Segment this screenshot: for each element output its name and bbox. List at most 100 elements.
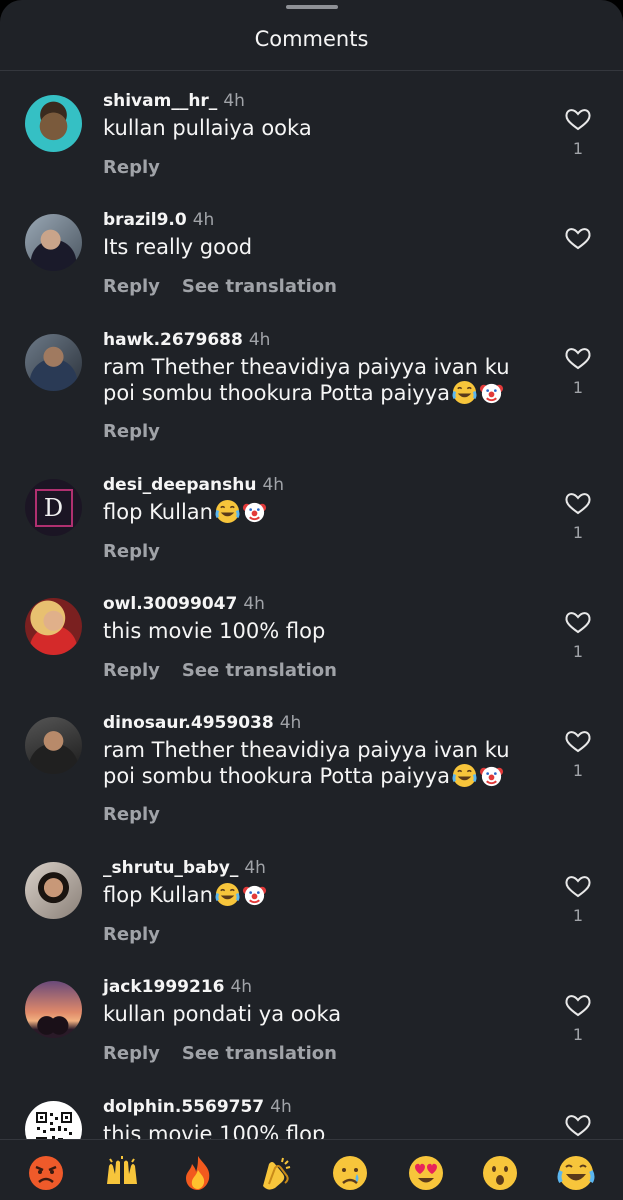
comment-username[interactable]: brazil9.0 <box>103 210 187 230</box>
comment-text: flop Kullan <box>103 499 543 525</box>
heart-outline-icon <box>565 109 591 131</box>
like-button[interactable] <box>562 226 594 250</box>
like-button[interactable] <box>562 491 594 515</box>
comment-text: flop Kullan <box>103 882 543 908</box>
comment-username[interactable]: dinosaur.4959038 <box>103 713 274 733</box>
avatar[interactable] <box>25 598 82 655</box>
comment-time: 4h <box>243 594 265 614</box>
reply-button[interactable]: Reply <box>103 804 160 825</box>
comment-username[interactable]: owl.30099047 <box>103 594 237 614</box>
comment-item: owl.30099047 4h this movie 100% flop Repl… <box>0 594 623 694</box>
reply-button[interactable]: Reply <box>103 157 160 178</box>
avatar[interactable]: D <box>25 479 82 536</box>
comment-item: dinosaur.4959038 4h ram Thether theavidiy… <box>0 713 623 838</box>
surprised-face-emoji-icon <box>483 1156 517 1190</box>
comment-text: this movie 100% flop <box>103 619 326 643</box>
reply-button[interactable]: Reply <box>103 276 160 297</box>
heart-outline-icon <box>565 1115 591 1137</box>
avatar[interactable] <box>25 214 82 271</box>
raised-hands-emoji-button[interactable] <box>103 1154 141 1192</box>
comment-username[interactable]: hawk.2679688 <box>103 330 243 350</box>
joy-emoji-icon <box>215 882 240 907</box>
like-button[interactable] <box>562 610 594 634</box>
comment-item: _shrutu_baby_ 4h flop Kullan Reply 1 <box>0 858 623 958</box>
avatar[interactable] <box>25 1101 82 1139</box>
fire-emoji-button[interactable] <box>179 1154 217 1192</box>
comments-sheet: Comments shivam__hr_ 4h kullan pullaiya o… <box>0 0 623 1200</box>
see-translation-button[interactable]: See translation <box>182 660 337 681</box>
comment-item: hawk.2679688 4h ram Thether theavidiya pa… <box>0 330 623 455</box>
clown-emoji-icon <box>242 885 267 906</box>
comment-item: shivam__hr_ 4h kullan pullaiya ooka Reply… <box>0 91 623 191</box>
like-button[interactable] <box>562 729 594 753</box>
reply-button[interactable]: Reply <box>103 541 160 562</box>
comment-item: D desi_deepanshu 4h flop Kullan Reply 1 <box>0 475 623 575</box>
heart-outline-icon <box>565 348 591 370</box>
emoji-reaction-bar <box>0 1139 623 1200</box>
comment-time: 4h <box>262 475 285 495</box>
comment-time: 4h <box>248 330 271 350</box>
heart-outline-icon <box>565 731 591 753</box>
like-count: 1 <box>572 523 584 542</box>
avatar[interactable] <box>25 717 82 774</box>
comment-text-body: ram Thether theavidiya paiyya ivan ku po… <box>103 738 510 788</box>
joy-emoji-icon <box>215 499 240 524</box>
letter-d-logo-text: D <box>43 493 64 522</box>
like-button[interactable] <box>562 993 594 1017</box>
comment-time: 4h <box>223 91 245 111</box>
sheet-title: Comments <box>254 27 369 51</box>
comment-username[interactable]: jack1999216 <box>103 977 224 997</box>
like-button[interactable] <box>562 874 594 898</box>
like-button[interactable] <box>562 346 594 370</box>
avatar[interactable] <box>25 95 82 152</box>
comment-username[interactable]: dolphin.5569757 <box>103 1097 264 1117</box>
heart-outline-icon <box>565 995 591 1017</box>
crying-face-emoji-button[interactable] <box>331 1154 369 1192</box>
angry-face-emoji-icon <box>29 1156 63 1190</box>
avatar[interactable] <box>25 334 82 391</box>
joy-emoji-icon <box>557 1156 595 1190</box>
like-count: 1 <box>572 139 584 158</box>
comment-text-body: flop Kullan <box>103 883 213 907</box>
comment-time: 4h <box>230 977 253 997</box>
comment-item: dolphin.5569757 4h this movie 100% flop <box>0 1097 623 1139</box>
comment-text-body: ram Thether theavidiya paiyya ivan ku po… <box>103 355 510 405</box>
qr-code-icon <box>35 1111 72 1139</box>
comments-list[interactable]: shivam__hr_ 4h kullan pullaiya ooka Reply… <box>0 71 623 1139</box>
comment-username[interactable]: _shrutu_baby_ <box>103 858 238 878</box>
drag-handle[interactable] <box>286 5 338 9</box>
comment-item: brazil9.0 4h Its really good Reply See tra… <box>0 210 623 310</box>
comment-username[interactable]: shivam__hr_ <box>103 91 217 111</box>
comment-text: Its really good <box>103 235 253 259</box>
reply-button[interactable]: Reply <box>103 924 160 945</box>
heart-outline-icon <box>565 612 591 634</box>
comment-text: kullan pondati ya ooka <box>103 1002 342 1026</box>
comment-time: 4h <box>244 858 266 878</box>
comment-username[interactable]: desi_deepanshu <box>103 475 256 495</box>
reply-button[interactable]: Reply <box>103 660 160 681</box>
avatar[interactable] <box>25 981 82 1038</box>
reply-button[interactable]: Reply <box>103 421 160 442</box>
heart-eyes-emoji-button[interactable] <box>407 1154 445 1192</box>
see-translation-button[interactable]: See translation <box>182 1043 337 1064</box>
like-count: 1 <box>572 761 584 780</box>
comment-text: ram Thether theavidiya paiyya ivan ku po… <box>103 737 543 789</box>
letter-d-logo-icon: D <box>34 488 73 527</box>
like-count: 1 <box>572 378 584 397</box>
like-button[interactable] <box>562 1113 594 1137</box>
clown-emoji-icon <box>479 383 504 404</box>
joy-emoji-icon <box>452 380 477 405</box>
like-button[interactable] <box>562 107 594 131</box>
clapping-hands-emoji-button[interactable] <box>255 1154 293 1192</box>
angry-face-emoji-button[interactable] <box>27 1154 65 1192</box>
comment-item: jack1999216 4h kullan pondati ya ooka Rep… <box>0 977 623 1077</box>
reply-button[interactable]: Reply <box>103 1043 160 1064</box>
comment-text-body: flop Kullan <box>103 500 213 524</box>
heart-eyes-emoji-icon <box>409 1156 443 1190</box>
like-count: 1 <box>572 1025 584 1044</box>
joy-emoji-button[interactable] <box>557 1154 595 1192</box>
see-translation-button[interactable]: See translation <box>182 276 337 297</box>
surprised-face-emoji-button[interactable] <box>481 1154 519 1192</box>
avatar[interactable] <box>25 862 82 919</box>
clown-emoji-icon <box>479 766 504 787</box>
